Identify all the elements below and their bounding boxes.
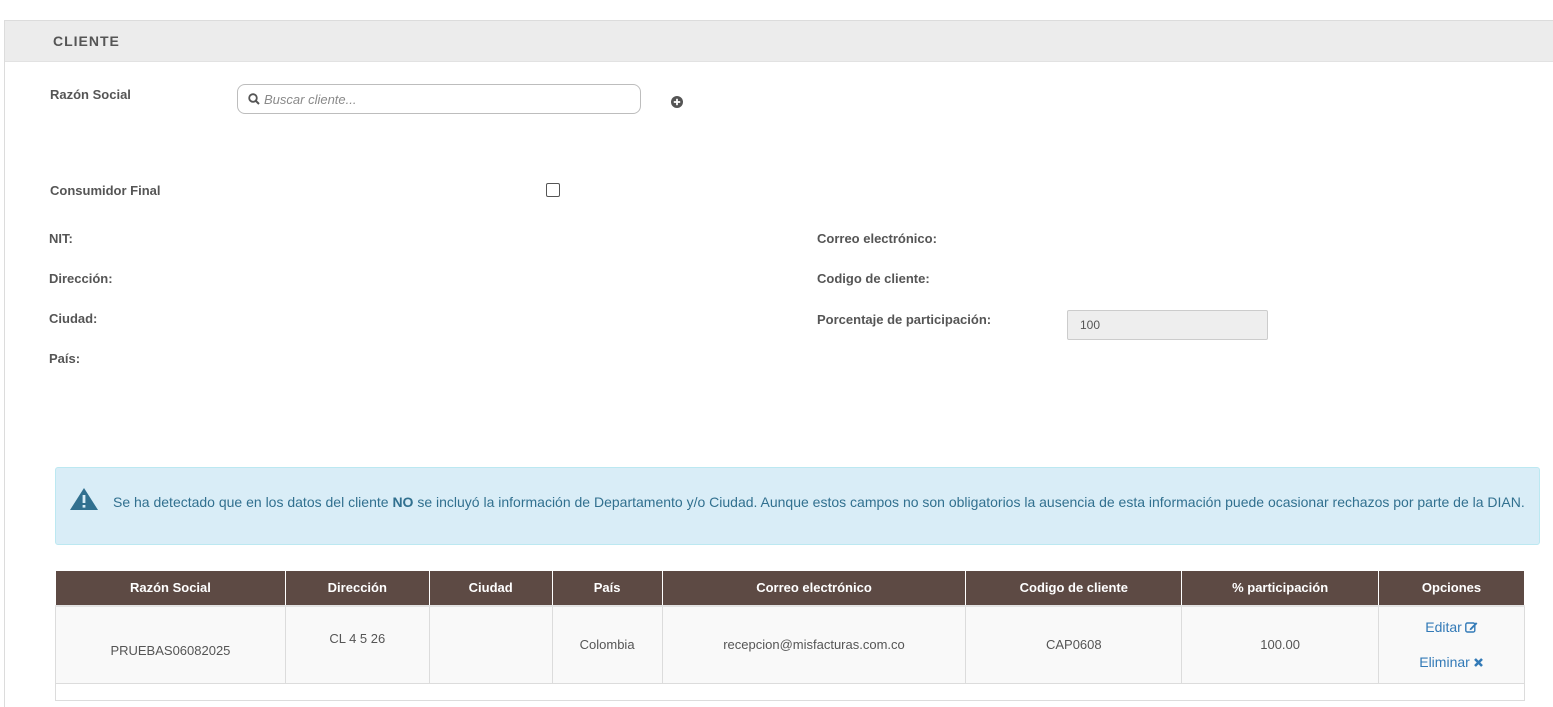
cell-codigo: CAP0608 xyxy=(965,605,1183,684)
warning-icon xyxy=(70,488,98,510)
close-icon xyxy=(1473,658,1483,668)
pais-label: País: xyxy=(49,351,81,366)
col-header-opciones: Opciones xyxy=(1378,570,1525,607)
ciudad-label: Ciudad: xyxy=(49,311,98,326)
panel-title: CLIENTE xyxy=(53,33,120,49)
table-row: PRUEBAS06082025 CL 4 5 26 Colombia recep… xyxy=(55,605,1525,684)
nit-label: NIT: xyxy=(49,231,73,246)
col-header-direccion: Dirección xyxy=(284,570,430,607)
cell-ciudad xyxy=(428,605,553,684)
edit-icon xyxy=(1464,622,1478,633)
add-client-icon[interactable] xyxy=(670,95,684,109)
client-search-box[interactable] xyxy=(237,84,641,114)
cell-opciones: Editar Eliminar xyxy=(1378,605,1525,684)
correo-label: Correo electrónico: xyxy=(817,231,937,246)
search-icon xyxy=(248,93,260,105)
alert-text-1: Se ha detectado que en los datos del cli… xyxy=(113,494,393,510)
clients-table: Razón Social Dirección Ciudad País Corre… xyxy=(55,570,1525,701)
cell-pais: Colombia xyxy=(551,605,663,684)
table-empty-row xyxy=(55,683,1525,701)
col-header-razon-social: Razón Social xyxy=(55,570,286,607)
edit-link[interactable]: Editar xyxy=(1379,619,1524,635)
cell-participacion: 100.00 xyxy=(1181,605,1380,684)
cell-direccion: CL 4 5 26 xyxy=(284,605,430,684)
consumidor-final-checkbox[interactable] xyxy=(546,183,560,197)
col-header-codigo: Codigo de cliente xyxy=(965,570,1183,607)
delete-link[interactable]: Eliminar xyxy=(1379,654,1524,670)
panel-header: CLIENTE xyxy=(5,21,1553,62)
col-header-participacion: % participación xyxy=(1181,570,1380,607)
alert-text-strong: NO xyxy=(392,494,414,510)
cell-razon-social: PRUEBAS06082025 xyxy=(55,605,286,684)
codigo-label: Codigo de cliente: xyxy=(817,271,930,286)
razon-social-label: Razón Social xyxy=(50,87,131,102)
warning-alert: Se ha detectado que en los datos del cli… xyxy=(55,467,1540,545)
col-header-correo: Correo electrónico xyxy=(661,570,967,607)
direccion-label: Dirección: xyxy=(49,271,113,286)
table-header-row: Razón Social Dirección Ciudad País Corre… xyxy=(55,570,1525,607)
porcentaje-input[interactable] xyxy=(1067,310,1268,340)
cell-correo: recepcion@misfacturas.com.co xyxy=(661,605,967,684)
delete-link-label: Eliminar xyxy=(1419,654,1470,671)
col-header-ciudad: Ciudad xyxy=(428,570,553,607)
porcentaje-label: Porcentaje de participación: xyxy=(817,312,992,327)
col-header-pais: País xyxy=(551,570,663,607)
alert-text-2: se incluyó la información de Departament… xyxy=(413,494,1525,510)
client-search-input[interactable] xyxy=(264,91,624,107)
cliente-panel: CLIENTE Razón Social Consumidor Final NI… xyxy=(4,20,1553,707)
consumidor-final-label: Consumidor Final xyxy=(50,183,161,198)
edit-link-label: Editar xyxy=(1425,619,1462,636)
